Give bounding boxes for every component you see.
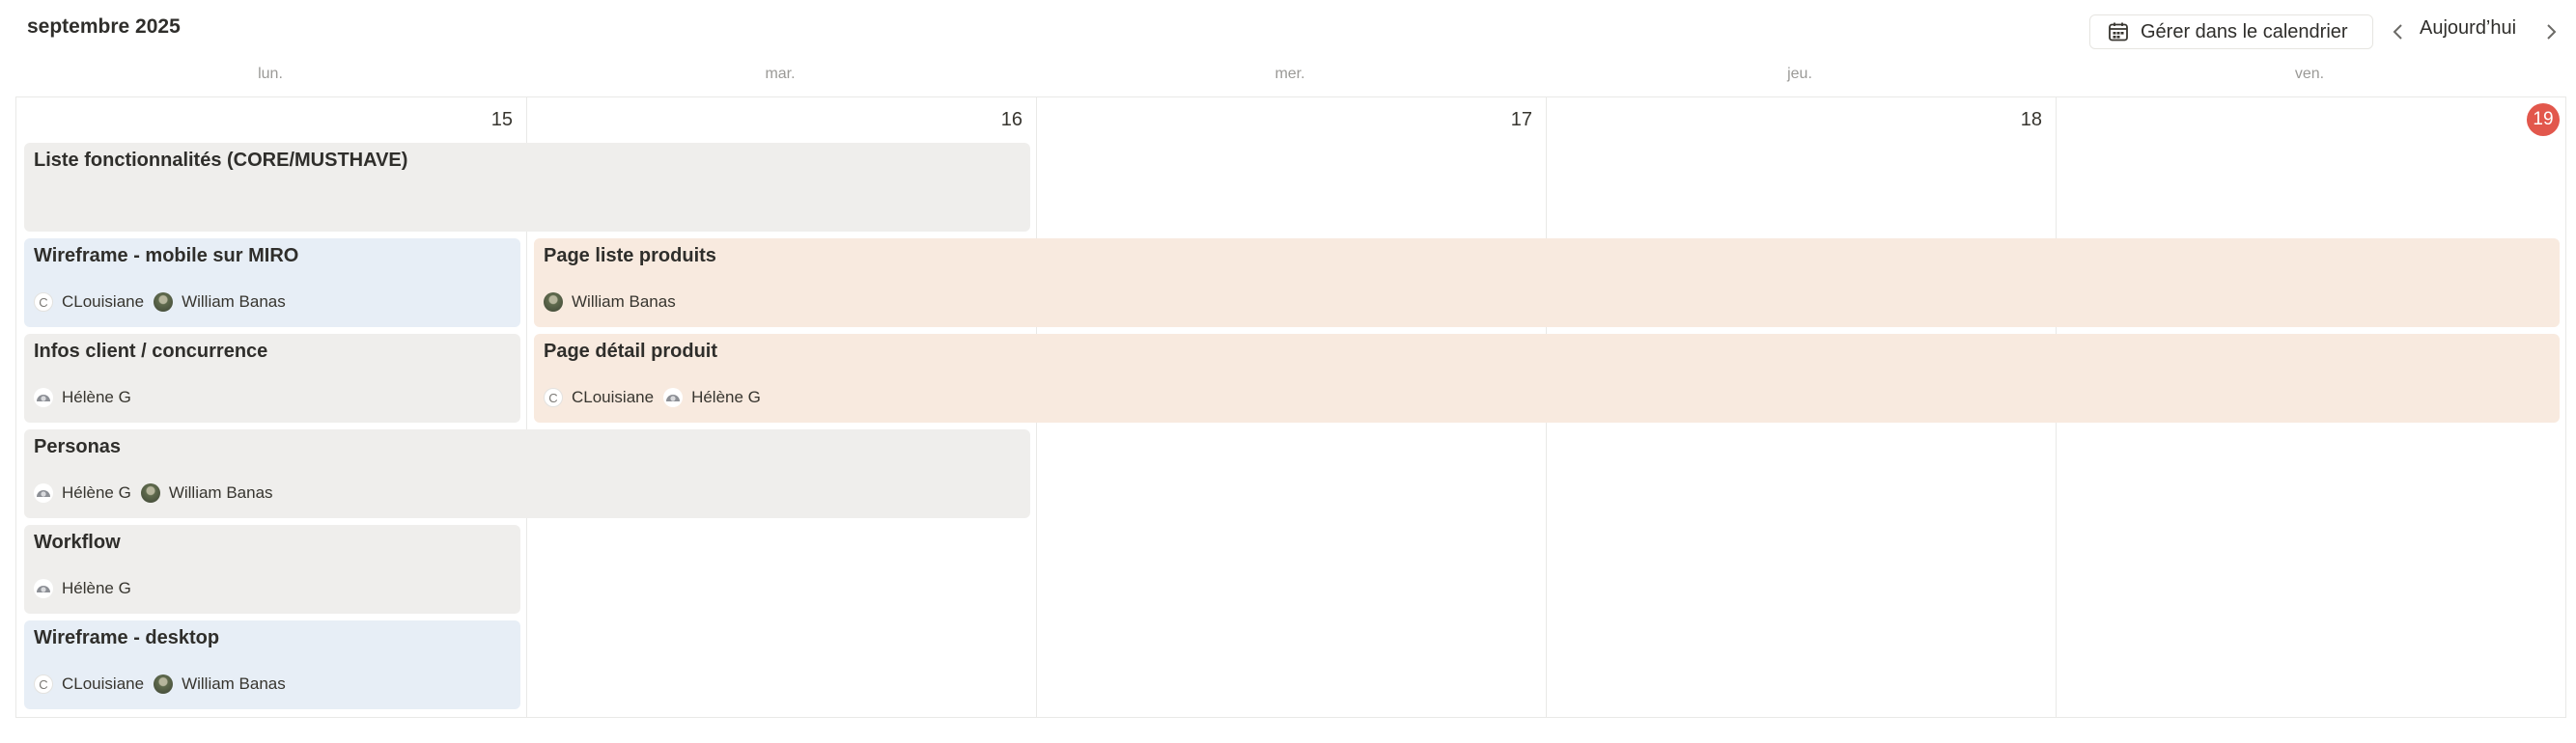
event-assignees: C CLouisiane Hélène G bbox=[544, 388, 770, 407]
event-assignees: C CLouisiane William Banas bbox=[34, 674, 295, 694]
avatar bbox=[34, 579, 53, 598]
assignee: Hélène G bbox=[34, 579, 131, 598]
avatar: C bbox=[544, 388, 563, 407]
assignee: Hélène G bbox=[34, 483, 131, 503]
today-day-badge[interactable]: 19 bbox=[2527, 103, 2560, 136]
assignee-name: CLouisiane bbox=[62, 292, 145, 311]
calendar-icon bbox=[2109, 22, 2128, 41]
avatar bbox=[34, 388, 53, 407]
event-title: Page liste produits bbox=[544, 245, 716, 266]
event-card[interactable]: Page détail produit C CLouisiane Hélène … bbox=[534, 334, 2560, 423]
assignee-name: William Banas bbox=[572, 292, 676, 311]
avatar bbox=[34, 483, 53, 503]
today-button[interactable]: Aujourd’hui bbox=[2420, 17, 2516, 40]
weekday-label: lun. bbox=[258, 66, 283, 82]
avatar bbox=[140, 483, 160, 503]
assignee-name: William Banas bbox=[182, 292, 286, 311]
event-card[interactable]: Page liste produits William Banas bbox=[534, 238, 2560, 327]
event-card[interactable]: Wireframe - mobile sur MIRO C CLouisiane… bbox=[24, 238, 520, 327]
assignee: William Banas bbox=[154, 292, 286, 312]
assignee: Hélène G bbox=[663, 388, 761, 407]
assignee: William Banas bbox=[154, 674, 286, 694]
avatar bbox=[154, 292, 174, 312]
event-card[interactable]: Workflow Hélène G bbox=[24, 525, 520, 614]
assignee-name: Hélène G bbox=[62, 579, 131, 597]
event-assignees: Hélène G William Banas bbox=[34, 483, 283, 503]
assignee-name: William Banas bbox=[168, 483, 273, 502]
event-title: Liste fonctionnalités (CORE/MUSTHAVE) bbox=[34, 150, 408, 171]
weekday-label: ven. bbox=[2294, 66, 2325, 82]
manage-in-calendar-button[interactable]: Gérer dans le calendrier bbox=[2089, 14, 2373, 49]
manage-button-label: Gérer dans le calendrier bbox=[2141, 20, 2348, 42]
calendar-header: septembre 2025 Gérer dans le calendrier … bbox=[0, 0, 2576, 62]
assignee: C CLouisiane bbox=[34, 674, 144, 694]
assignee: William Banas bbox=[544, 292, 676, 312]
avatar: C bbox=[34, 674, 53, 694]
assignee: William Banas bbox=[140, 483, 273, 503]
day-number[interactable]: 16 bbox=[984, 109, 1022, 131]
day-number[interactable]: 18 bbox=[2003, 109, 2042, 131]
chevron-right-icon[interactable] bbox=[2539, 17, 2562, 46]
assignee-name: CLouisiane bbox=[62, 674, 145, 693]
event-card[interactable]: Infos client / concurrence Hélène G bbox=[24, 334, 520, 423]
event-card[interactable]: Liste fonctionnalités (CORE/MUSTHAVE) bbox=[24, 143, 1030, 232]
event-title: Wireframe - desktop bbox=[34, 627, 220, 648]
event-card[interactable]: Personas Hélène G William Banas bbox=[24, 429, 1030, 518]
assignee: C CLouisiane bbox=[544, 388, 654, 407]
event-title: Page détail produit bbox=[544, 341, 718, 362]
chevron-left-icon[interactable] bbox=[2387, 17, 2410, 46]
assignee: Hélène G bbox=[34, 388, 131, 407]
event-title: Wireframe - mobile sur MIRO bbox=[34, 245, 299, 266]
event-title: Infos client / concurrence bbox=[34, 341, 268, 362]
month-title: septembre 2025 bbox=[27, 15, 181, 38]
avatar bbox=[154, 674, 174, 694]
assignee-name: Hélène G bbox=[62, 388, 131, 406]
avatar: C bbox=[34, 292, 53, 312]
weekday-label: jeu. bbox=[1787, 66, 1812, 82]
weekday-label: mar. bbox=[765, 66, 796, 82]
day-number[interactable]: 15 bbox=[474, 109, 513, 131]
assignee-name: Hélène G bbox=[62, 483, 131, 502]
event-title: Workflow bbox=[34, 532, 121, 553]
event-title: Personas bbox=[34, 436, 122, 457]
assignee-name: Hélène G bbox=[691, 388, 761, 406]
event-assignees: Hélène G bbox=[34, 579, 141, 598]
avatar bbox=[663, 388, 684, 407]
event-assignees: Hélène G bbox=[34, 388, 141, 407]
week-grid: 15 16 17 18 19 Liste fonctionnalités (CO… bbox=[15, 96, 2566, 718]
assignee: C CLouisiane bbox=[34, 292, 144, 312]
avatar bbox=[544, 292, 563, 312]
assignee-name: William Banas bbox=[182, 674, 286, 693]
event-assignees: C CLouisiane William Banas bbox=[34, 292, 295, 312]
event-assignees: William Banas bbox=[544, 292, 686, 312]
weekday-label: mer. bbox=[1274, 66, 1305, 82]
assignee-name: CLouisiane bbox=[572, 388, 655, 406]
day-number[interactable]: 17 bbox=[1494, 109, 1532, 131]
event-card[interactable]: Wireframe - desktop C CLouisiane William… bbox=[24, 620, 520, 709]
